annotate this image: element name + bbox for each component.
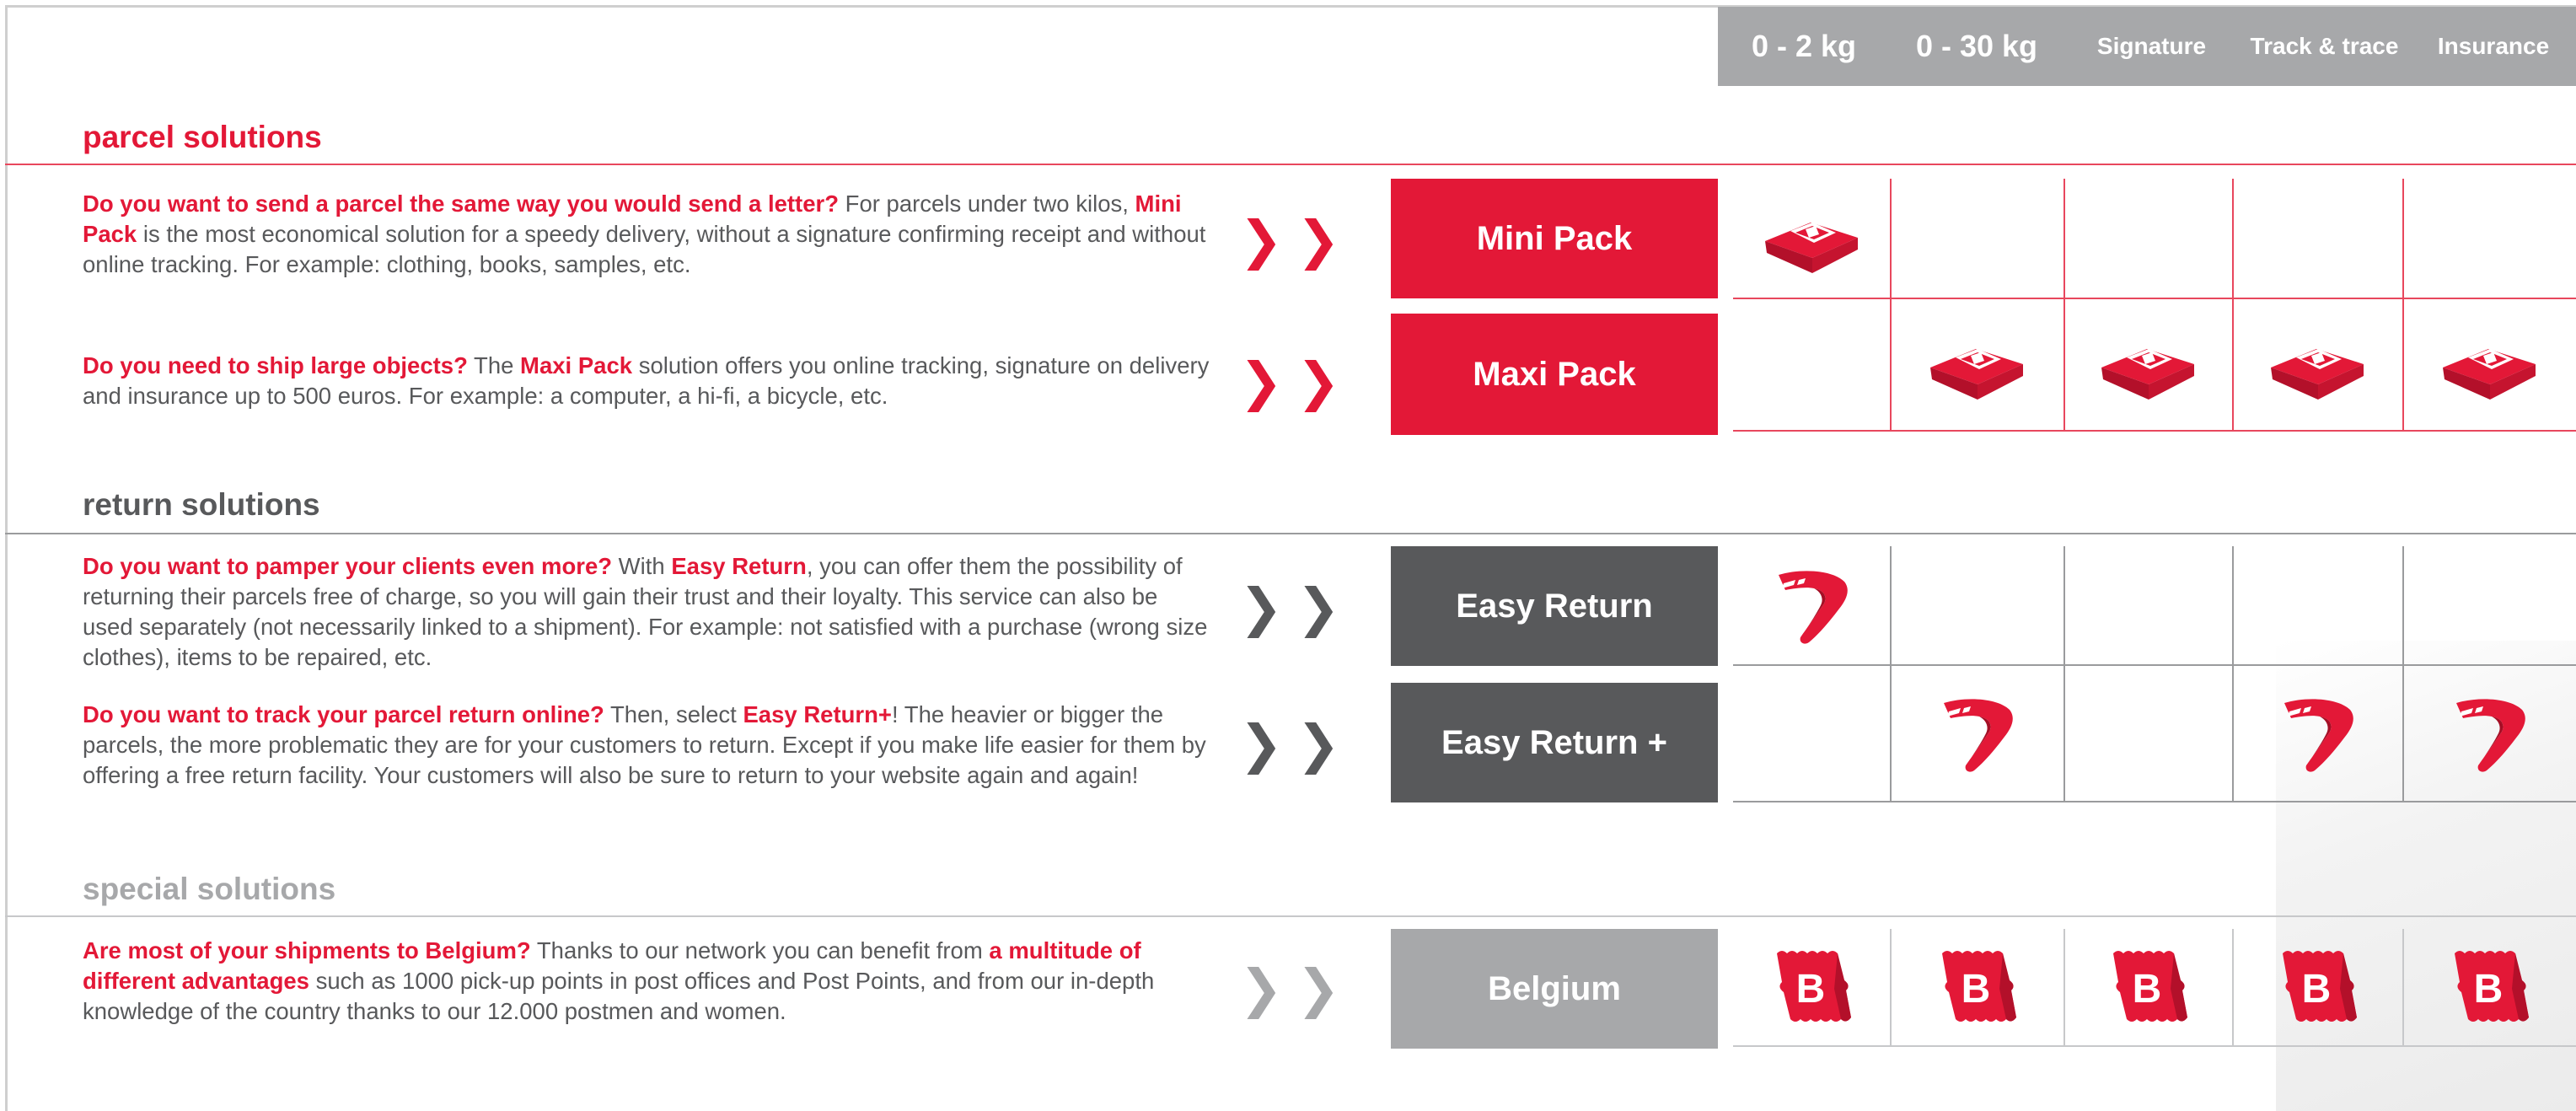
grid-line <box>1733 430 2576 432</box>
grid-line <box>2232 179 2234 432</box>
section-title-return: return solutions <box>83 487 320 522</box>
description-belgium: Are most of your shipments to Belgium? T… <box>83 936 1212 1027</box>
stamp-letter: B <box>2474 967 2504 1012</box>
grid-line <box>2402 179 2404 432</box>
grid-line <box>1733 298 2576 299</box>
section-divider-special <box>5 915 2576 917</box>
description-text: With <box>612 553 672 579</box>
grid-line <box>2402 546 2404 802</box>
product-mini-pack: Mini Pack <box>1391 179 1718 298</box>
belgium-stamp-icon: B <box>1934 947 2021 1032</box>
column-header-track-trace: Track & trace <box>2250 33 2399 59</box>
grid-line <box>1890 929 1892 1047</box>
product-maxi-pack: Maxi Pack <box>1391 314 1718 435</box>
chevron-right-icon: ❯ <box>1296 958 1340 1019</box>
boomerang-icon <box>1935 691 2020 780</box>
stamp-letter: B <box>2302 967 2332 1012</box>
description-maxi-pack: Do you need to ship large objects? The M… <box>83 351 1212 411</box>
grid-line <box>1733 801 2576 802</box>
parcel-icon <box>2439 327 2541 407</box>
description-easy-return-plus: Do you want to track your parcel return … <box>83 700 1212 791</box>
chevron-right-icon: ❯ <box>1296 351 1340 412</box>
column-header-signature: Signature <box>2096 33 2207 59</box>
grid-line <box>2063 179 2065 432</box>
chevron-right-icon: ❯ <box>1239 351 1283 412</box>
chevron-right-icon: ❯ <box>1296 209 1340 271</box>
boomerang-icon <box>2276 691 2360 780</box>
boomerang-icon <box>1770 563 1854 652</box>
chevron-right-icon: ❯ <box>1239 209 1283 271</box>
section-divider-return <box>5 533 2576 534</box>
product-belgium: Belgium <box>1391 929 1718 1049</box>
description-highlight: Easy Return+ <box>743 701 892 727</box>
grid-line <box>2063 546 2065 802</box>
parcel-icon <box>2098 327 2199 407</box>
grid-line <box>2063 929 2065 1047</box>
column-header-0-2kg: 0 - 2 kg <box>1751 29 1857 63</box>
grid-line <box>1733 1045 2576 1047</box>
description-text: Thanks to our network you can benefit fr… <box>530 937 990 963</box>
stamp-letter: B <box>2133 967 2162 1012</box>
grid-line <box>2232 546 2234 802</box>
product-easy-return-plus: Easy Return + <box>1391 683 1718 802</box>
product-easy-return: Easy Return <box>1391 546 1718 666</box>
grid-line <box>2232 929 2234 1047</box>
grid-line <box>1890 179 1892 432</box>
parcel-icon <box>1927 327 2028 407</box>
belgium-stamp-icon: B <box>2105 947 2192 1032</box>
chevron-right-icon: ❯ <box>1296 713 1340 775</box>
description-mini-pack: Do you want to send a parcel the same wa… <box>83 189 1212 280</box>
description-highlight: Do you want to pamper your clients even … <box>83 553 613 579</box>
grid-line <box>1733 664 2576 666</box>
description-highlight: Do you need to ship large objects? <box>83 352 468 378</box>
description-text: Then, select <box>604 701 743 727</box>
parcel-icon <box>2267 327 2369 407</box>
grid-line <box>2402 929 2404 1047</box>
description-text: For parcels under two kilos, <box>839 191 1135 217</box>
description-text: The <box>467 352 521 378</box>
column-header-0-30kg: 0 - 30 kg <box>1915 29 2038 63</box>
description-highlight: Maxi Pack <box>520 352 633 378</box>
description-easy-return: Do you want to pamper your clients even … <box>83 551 1212 673</box>
grid-line <box>1890 546 1892 802</box>
description-text: is the most economical solution for a sp… <box>83 221 1206 277</box>
belgium-stamp-icon: B <box>2446 947 2534 1032</box>
description-highlight: Easy Return <box>671 553 807 579</box>
description-highlight: Are most of your shipments to Belgium? <box>83 937 531 963</box>
boomerang-icon <box>2448 691 2532 780</box>
chevron-right-icon: ❯ <box>1296 577 1340 638</box>
description-highlight: Do you want to send a parcel the same wa… <box>83 191 840 217</box>
section-title-special: special solutions <box>83 872 336 906</box>
chevron-right-icon: ❯ <box>1239 958 1283 1019</box>
chevron-right-icon: ❯ <box>1239 577 1283 638</box>
chevron-right-icon: ❯ <box>1239 713 1283 775</box>
stamp-letter: B <box>1796 967 1826 1012</box>
section-divider-parcel <box>5 164 2576 165</box>
section-title-parcel: parcel solutions <box>83 120 322 154</box>
description-highlight: Do you want to track your parcel return … <box>83 701 604 727</box>
belgium-stamp-icon: B <box>1768 947 1856 1032</box>
column-header-insurance: Insurance <box>2437 33 2550 59</box>
stamp-letter: B <box>1962 967 1991 1012</box>
parcel-icon <box>1762 201 1863 281</box>
belgium-stamp-icon: B <box>2274 947 2362 1032</box>
